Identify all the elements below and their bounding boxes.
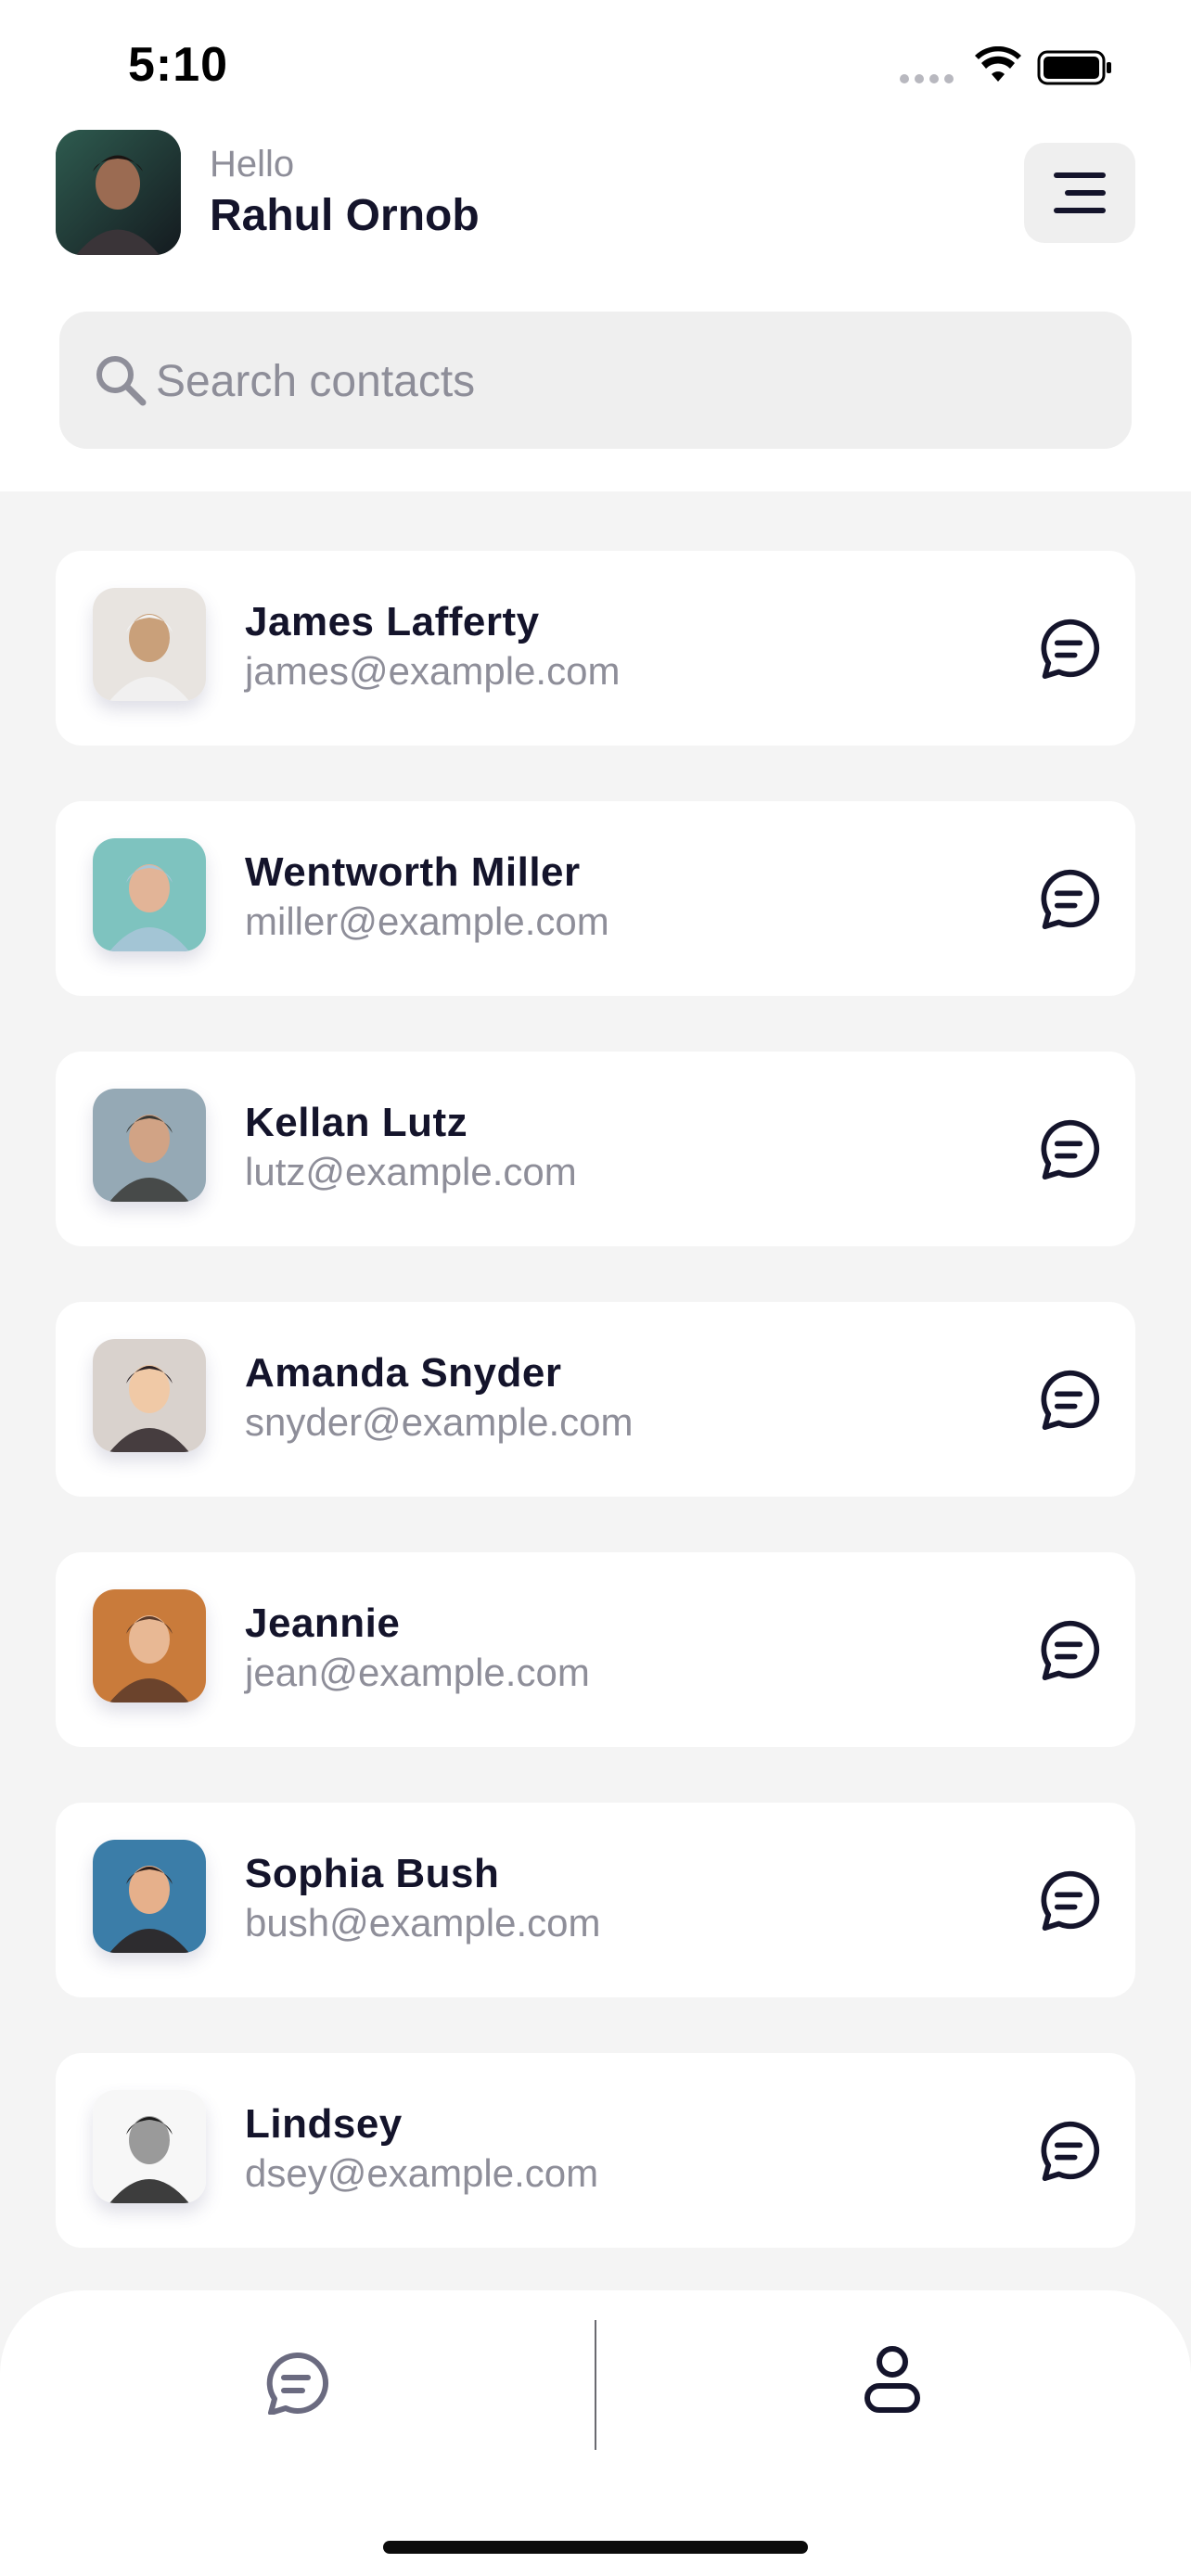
contact-name: James Lafferty <box>245 599 540 644</box>
status-time: 5:10 <box>128 38 229 92</box>
greeting-text: Hello <box>210 144 295 185</box>
chat-icon <box>1041 2121 1100 2181</box>
contact-avatar <box>93 1840 206 1953</box>
contact-name: Sophia Bush <box>245 1851 500 1896</box>
contact-chat-button[interactable] <box>1028 857 1111 940</box>
contact-name: Amanda Snyder <box>245 1350 562 1396</box>
wifi-icon <box>975 46 1021 82</box>
contact-card[interactable]: Lindsey dsey@example.com <box>56 2053 1135 2248</box>
contact-card[interactable]: Wentworth Miller miller@example.com <box>56 801 1135 996</box>
contact-email: dsey@example.com <box>245 2151 599 2195</box>
chat-icon <box>1041 1620 1100 1680</box>
chat-icon <box>1041 1870 1100 1931</box>
hamburger-menu-icon <box>1054 172 1106 213</box>
contact-avatar <box>93 1339 206 1452</box>
signal-dots-icon <box>900 74 954 83</box>
contact-card[interactable]: Sophia Bush bush@example.com <box>56 1803 1135 1997</box>
contact-card[interactable]: Amanda Snyder snyder@example.com <box>56 1302 1135 1497</box>
home-indicator <box>383 2541 808 2554</box>
contact-chat-button[interactable] <box>1028 1858 1111 1942</box>
contact-avatar <box>93 838 206 951</box>
contact-list: James Lafferty james@example.com Wentworth… <box>0 491 1191 2576</box>
contact-name: Jeannie <box>245 1600 401 1646</box>
contact-name: Lindsey <box>245 2101 403 2147</box>
user-name: Rahul Ornob <box>210 191 480 240</box>
contact-name: Wentworth Miller <box>245 849 581 895</box>
contact-name: Kellan Lutz <box>245 1100 468 1145</box>
battery-icon <box>1037 50 1111 85</box>
chat-icon <box>1041 869 1100 929</box>
contact-chat-button[interactable] <box>1028 606 1111 690</box>
nav-divider <box>595 2320 596 2450</box>
top-area: 5:10 Hello Rahul Ornob <box>0 0 1191 491</box>
chat-icon <box>1041 618 1100 679</box>
contact-email: snyder@example.com <box>245 1400 634 1444</box>
search-input[interactable] <box>154 343 1104 419</box>
chat-icon <box>1041 1370 1100 1430</box>
contact-chat-button[interactable] <box>1028 1608 1111 1691</box>
nav-contacts-button[interactable] <box>846 2333 939 2426</box>
contact-chat-button[interactable] <box>1028 1107 1111 1191</box>
contact-card[interactable]: James Lafferty james@example.com <box>56 551 1135 746</box>
contact-chat-button[interactable] <box>1028 2109 1111 2192</box>
contact-chat-button[interactable] <box>1028 1358 1111 1441</box>
contact-avatar <box>93 588 206 701</box>
contact-email: bush@example.com <box>245 1901 601 1945</box>
contact-card[interactable]: Kellan Lutz lutz@example.com <box>56 1052 1135 1246</box>
nav-chat-button[interactable] <box>250 2337 343 2429</box>
contact-avatar <box>93 2090 206 2203</box>
profile-avatar[interactable] <box>56 130 181 255</box>
search-icon <box>96 356 147 406</box>
contact-card[interactable]: Jeannie jean@example.com <box>56 1552 1135 1747</box>
contact-email: jean@example.com <box>245 1651 590 1694</box>
contact-email: james@example.com <box>245 649 621 693</box>
user-icon <box>864 2346 920 2413</box>
contact-email: lutz@example.com <box>245 1150 577 1193</box>
menu-button[interactable] <box>1024 143 1135 243</box>
chat-icon <box>266 2352 328 2415</box>
contact-avatar <box>93 1589 206 1702</box>
contact-email: miller@example.com <box>245 899 609 943</box>
bottom-nav <box>0 2290 1191 2576</box>
contact-avatar <box>93 1089 206 1202</box>
chat-icon <box>1041 1119 1100 1180</box>
